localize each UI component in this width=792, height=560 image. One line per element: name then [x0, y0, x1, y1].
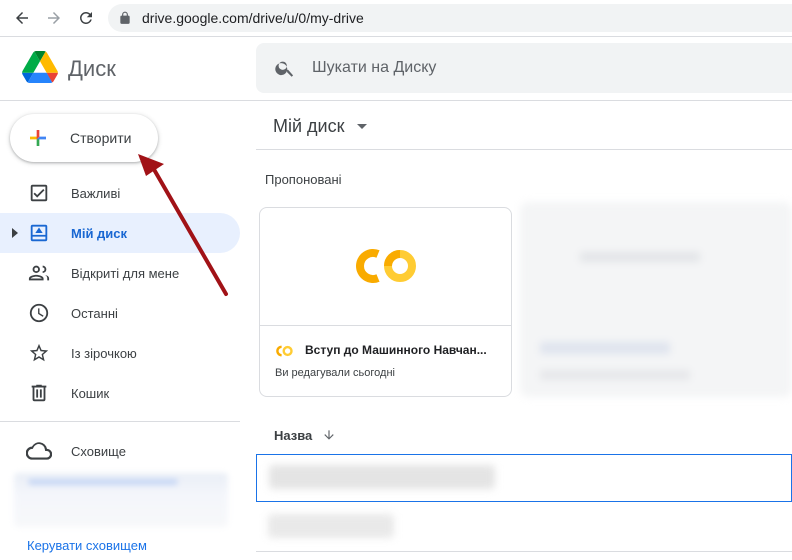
browser-toolbar: drive.google.com/drive/u/0/my-drive — [0, 0, 792, 37]
clock-icon — [29, 303, 49, 323]
back-button[interactable] — [6, 2, 38, 34]
cloud-icon — [26, 442, 52, 460]
arrow-down-sort-icon[interactable] — [322, 428, 336, 442]
blurred-content — [580, 252, 700, 262]
sidebar-item-priority[interactable]: Важливі — [0, 173, 240, 213]
url-text: drive.google.com/drive/u/0/my-drive — [142, 10, 364, 26]
sidebar-divider — [0, 421, 240, 422]
app-title: Диск — [68, 56, 116, 81]
storage-usage-fill — [28, 479, 178, 485]
page-title[interactable]: Мій диск — [273, 116, 344, 137]
main-title-row: Мій диск — [256, 101, 792, 150]
drive-logo-icon[interactable] — [22, 51, 58, 83]
create-button-label: Створити — [70, 130, 132, 146]
sidebar-item-label: Останні — [71, 305, 118, 321]
file-activity: Ви редагували сьогодні — [275, 367, 395, 379]
blurred-content — [269, 465, 495, 489]
sidebar-item-starred[interactable]: Із зірочкою — [0, 333, 240, 373]
file-name: Вступ до Машинного Навчан... — [305, 343, 487, 357]
sidebar-nav: Важливі Мій диск Відкриті для мене Остан… — [0, 173, 240, 413]
arrow-right-icon — [48, 12, 60, 24]
suggested-file-card-blurred[interactable] — [520, 202, 792, 397]
suggested-heading: Пропоновані — [265, 172, 342, 187]
shared-people-icon — [28, 265, 50, 281]
app-header: Диск — [0, 37, 792, 101]
storage-usage-blurred — [14, 473, 228, 527]
sidebar-item-label: Із зірочкою — [71, 345, 137, 361]
search-bar[interactable] — [256, 43, 792, 93]
sidebar: Створити Важливі Мій диск Відкриті для м… — [0, 101, 256, 560]
suggested-file-card[interactable]: Вступ до Машинного Навчан... Ви редагува… — [259, 207, 512, 397]
sidebar-item-label: Відкриті для мене — [71, 265, 180, 281]
column-header-name[interactable]: Назва — [274, 428, 312, 443]
sidebar-item-trash[interactable]: Кошик — [0, 373, 240, 413]
colab-logo-icon — [356, 249, 416, 283]
sidebar-item-storage[interactable]: Сховище — [0, 431, 240, 471]
manage-storage-link[interactable]: Керувати сховищем — [27, 538, 147, 553]
table-row[interactable] — [256, 504, 792, 552]
lock-icon — [120, 11, 130, 24]
blurred-content — [540, 370, 690, 380]
storage-label: Сховище — [71, 444, 126, 459]
dropdown-caret-icon[interactable] — [357, 124, 367, 129]
address-bar[interactable]: drive.google.com/drive/u/0/my-drive — [108, 4, 792, 32]
sidebar-item-my-drive[interactable]: Мій диск — [0, 213, 240, 253]
sidebar-item-recent[interactable]: Останні — [0, 293, 240, 333]
create-button[interactable]: Створити — [10, 114, 158, 162]
file-preview — [260, 208, 511, 326]
blurred-content — [540, 342, 670, 354]
sidebar-item-label: Кошик — [71, 385, 110, 401]
expand-caret-icon[interactable] — [12, 228, 18, 238]
search-icon[interactable] — [274, 57, 296, 79]
sidebar-item-shared-with-me[interactable]: Відкриті для мене — [0, 253, 240, 293]
sidebar-item-label: Важливі — [71, 185, 121, 201]
star-icon — [29, 343, 49, 362]
colab-file-icon — [276, 345, 293, 357]
arrow-left-icon — [16, 12, 28, 24]
reload-icon — [79, 11, 92, 24]
main-content: Мій диск Пропоновані Вступ до Машинного … — [256, 101, 792, 560]
priority-checkbox-icon — [30, 184, 48, 202]
forward-button[interactable] — [38, 2, 70, 34]
reload-button[interactable] — [70, 2, 102, 34]
sidebar-item-label: Мій диск — [71, 225, 128, 241]
blurred-content — [268, 514, 394, 538]
my-drive-icon — [30, 224, 48, 242]
search-input[interactable] — [312, 43, 772, 93]
table-row[interactable] — [256, 454, 792, 502]
trash-icon — [31, 384, 47, 402]
plus-icon — [30, 130, 46, 146]
